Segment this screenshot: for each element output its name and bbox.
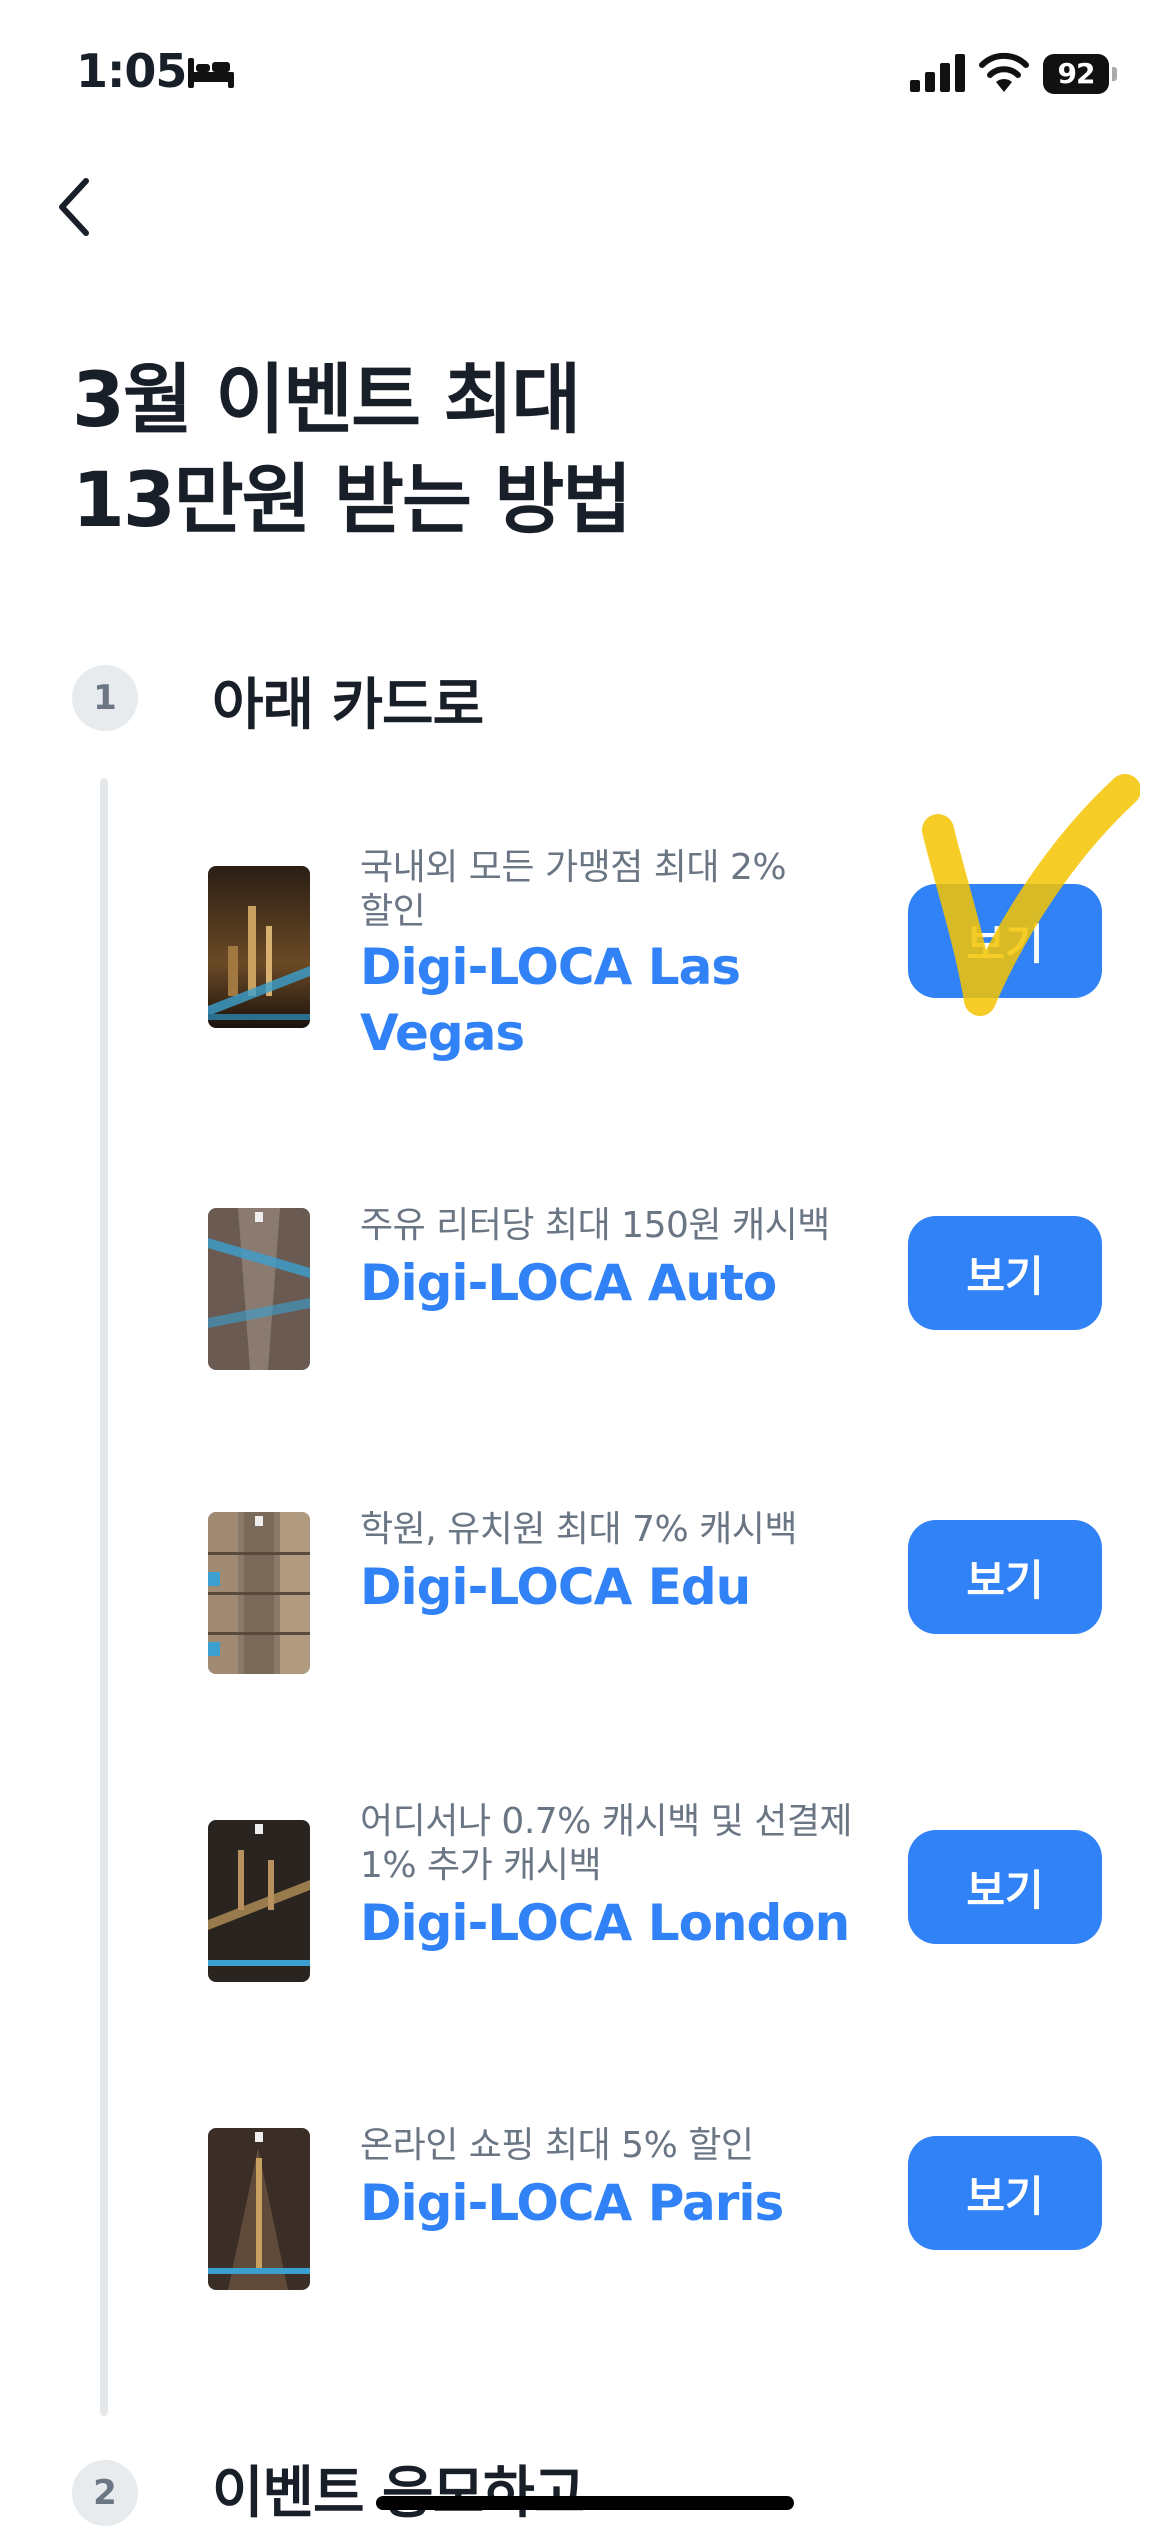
card-name-line-2: Vegas <box>360 1004 525 1062</box>
card-item-paris: 온라인 쇼핑 최대 5% 할인 Digi-LOCA Paris 보기 <box>200 2124 1120 2304</box>
view-button-paris[interactable]: 보기 <box>908 2136 1102 2250</box>
page-title: 3월 이벤트 최대 13만원 받는 방법 <box>72 350 972 550</box>
bed-icon <box>188 58 234 88</box>
cellular-signal-icon <box>910 54 965 92</box>
card-item-las-vegas: 국내외 모든 가맹점 최대 2% 할인 Digi-LOCA Las Vegas … <box>200 846 1120 1062</box>
battery-cap <box>1112 67 1117 81</box>
step-2-badge: 2 <box>72 2460 138 2526</box>
card-image-las-vegas <box>208 866 310 1028</box>
card-image-edu <box>208 1512 310 1674</box>
timeline-line <box>100 778 108 2416</box>
card-image-london <box>208 1820 310 1982</box>
battery-level: 92 <box>1043 54 1109 94</box>
step-2-title: 이벤트 응모하고 <box>212 2461 585 2526</box>
battery-icon: 92 <box>1043 54 1117 94</box>
page-title-line-1: 3월 이벤트 최대 <box>72 355 581 444</box>
view-button-edu[interactable]: 보기 <box>908 1520 1102 1634</box>
view-button-auto[interactable]: 보기 <box>908 1216 1102 1330</box>
status-bar: 1:05 92 <box>0 0 1170 150</box>
page-title-line-2: 13만원 받는 방법 <box>72 455 632 544</box>
home-indicator <box>376 2496 794 2510</box>
wifi-icon <box>979 52 1029 92</box>
step-1-badge: 1 <box>72 665 138 731</box>
status-time: 1:05 <box>76 44 187 98</box>
view-button-las-vegas[interactable]: 보기 <box>908 884 1102 998</box>
chevron-left-icon <box>59 178 89 236</box>
card-item-edu: 학원, 유치원 최대 7% 캐시백 Digi-LOCA Edu 보기 <box>200 1508 1120 1688</box>
card-image-auto <box>208 1208 310 1370</box>
step-1-title: 아래 카드로 <box>212 673 484 738</box>
view-button-london[interactable]: 보기 <box>908 1830 1102 1944</box>
card-item-london: 어디서나 0.7% 캐시백 및 선결제 1% 추가 캐시백 Digi-LOCA … <box>200 1800 1120 1982</box>
card-image-paris <box>208 2128 310 2290</box>
back-button[interactable] <box>44 168 104 246</box>
card-item-auto: 주유 리터당 최대 150원 캐시백 Digi-LOCA Auto 보기 <box>200 1204 1120 1384</box>
